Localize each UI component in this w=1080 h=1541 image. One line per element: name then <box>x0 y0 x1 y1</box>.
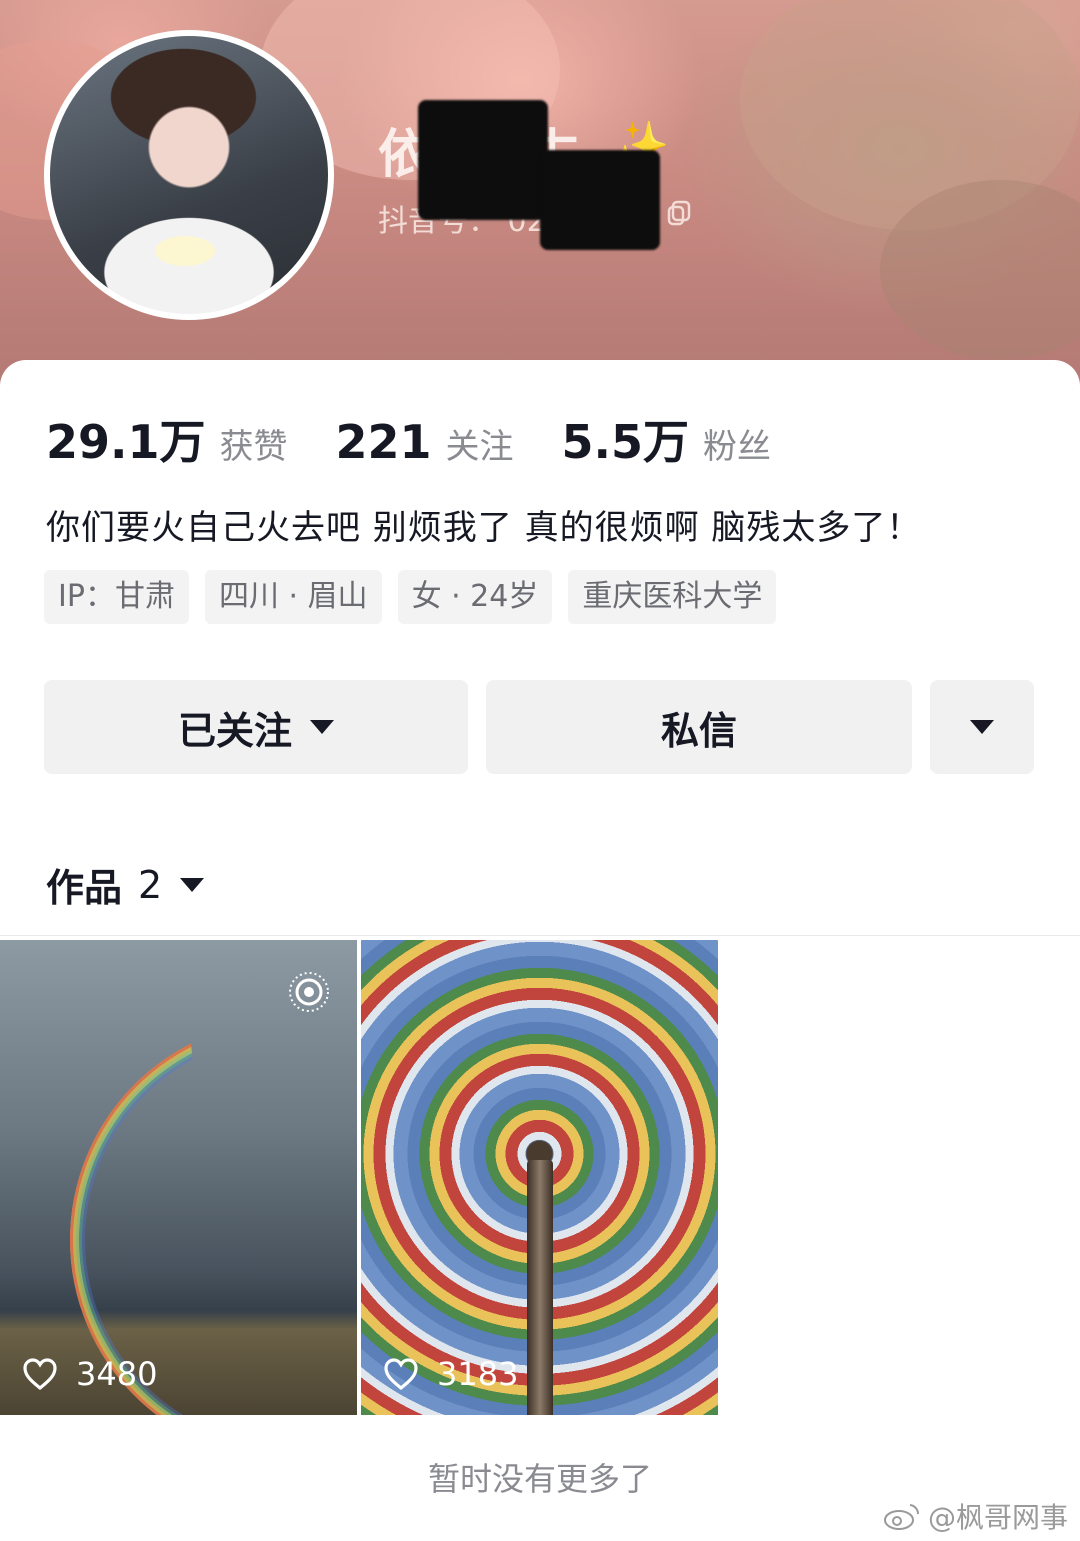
followed-button-label: 已关注 <box>177 708 292 753</box>
stat-likes-value: 29.1万 <box>46 415 206 469</box>
works-label: 作品 <box>46 866 123 910</box>
stats-row: 29.1万 获赞 221 关注 5.5万 粉丝 <box>46 406 819 472</box>
stat-followers[interactable]: 5.5万 粉丝 <box>562 406 772 472</box>
work-likes-count: 3480 <box>76 1355 158 1393</box>
watermark-text: @枫哥网事 <box>927 1501 1068 1534</box>
tag-location: 四川 · 眉山 <box>204 570 382 624</box>
avatar[interactable] <box>44 30 334 320</box>
works-tab[interactable]: 作品 2 <box>46 857 205 912</box>
heart-icon <box>23 1358 57 1391</box>
stat-following-label: 关注 <box>445 427 514 467</box>
action-buttons: 已关注 私信 <box>44 680 1034 774</box>
stat-likes[interactable]: 29.1万 获赞 <box>46 406 288 472</box>
caret-down-icon <box>970 720 994 734</box>
no-more-text: 暂时没有更多了 <box>427 1460 652 1498</box>
work-likes-count: 3183 <box>437 1355 519 1393</box>
divider <box>0 935 1080 936</box>
stat-following[interactable]: 221 关注 <box>336 415 514 469</box>
works-grid: 3480 3183 <box>0 940 722 1415</box>
work-likes: 3480 <box>22 1355 157 1393</box>
redaction-block <box>540 150 660 250</box>
tag-gender-age: 女 · 24岁 <box>397 570 553 624</box>
profile-cover: 依 比 古 ✨ 抖音号： 02 0 <box>0 0 1080 400</box>
copy-icon[interactable] <box>666 200 692 226</box>
watermark: @枫哥网事 <box>882 1496 1068 1536</box>
weibo-logo-icon <box>883 1504 919 1530</box>
caret-down-icon <box>310 720 334 734</box>
followed-button[interactable]: 已关注 <box>44 680 468 774</box>
works-count: 2 <box>138 862 163 907</box>
stat-followers-label: 粉丝 <box>703 427 772 467</box>
live-photo-icon <box>289 972 329 1012</box>
work-likes: 3183 <box>383 1355 518 1393</box>
flag-pole <box>527 1160 553 1415</box>
message-button[interactable]: 私信 <box>486 680 912 774</box>
caret-down-icon <box>180 877 205 892</box>
more-options-button[interactable] <box>930 680 1034 774</box>
work-tile-prayer-flags[interactable]: 3183 <box>361 940 718 1415</box>
profile-card: 29.1万 获赞 221 关注 5.5万 粉丝 你们要火自己火去吧 别烦我了 真… <box>0 360 1080 1541</box>
tag-ip: IP：甘肃 <box>44 570 189 624</box>
profile-tags: IP：甘肃 四川 · 眉山 女 · 24岁 重庆医科大学 <box>44 570 792 624</box>
stat-followers-value: 5.5万 <box>561 415 690 469</box>
avatar-glow <box>155 236 215 266</box>
stat-following-value: 221 <box>335 415 432 469</box>
bio-text: 你们要火自己火去吧 别烦我了 真的很烦啊 脑残太多了！ <box>46 508 922 548</box>
stat-likes-label: 获赞 <box>219 427 288 467</box>
heart-icon <box>384 1358 418 1391</box>
message-button-label: 私信 <box>660 708 737 753</box>
work-tile-rainbow[interactable]: 3480 <box>0 940 357 1415</box>
tag-school[interactable]: 重庆医科大学 <box>568 570 777 624</box>
redaction-block <box>418 100 548 220</box>
rainbow-image <box>0 945 357 1415</box>
